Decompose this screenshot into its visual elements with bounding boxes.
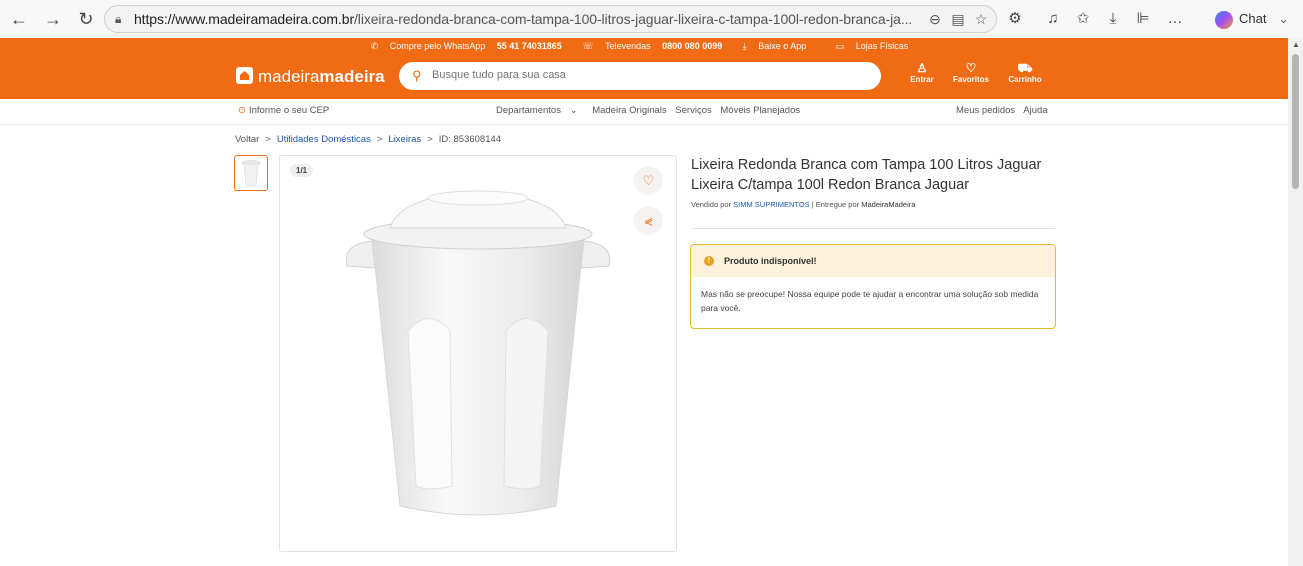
product-gallery: 1/1 ♡ ⋞	[279, 155, 677, 552]
nav-furniture[interactable]: Móveis Planejados	[720, 105, 800, 116]
cart-button[interactable]: ⛟ Carrinho	[1000, 61, 1050, 85]
breadcrumb-category[interactable]: Utilidades Domésticas	[277, 134, 371, 145]
product-id: ID: 853608144	[438, 134, 502, 145]
sub-navigation: ⊙ Informe o seu CEP Departamentos ⌄ Madei…	[0, 99, 1288, 125]
url-text: https://www.madeiramadeira.com.br/lixeir…	[134, 11, 913, 27]
house-logo-icon	[236, 67, 253, 84]
trash-can-thumbnail-image	[241, 160, 261, 187]
user-icon: ♙	[916, 61, 928, 75]
chevron-down-icon: ⌄	[1278, 11, 1289, 26]
chevron-down-icon: ⌄	[569, 105, 578, 116]
forward-arrow-icon[interactable]: →	[42, 8, 64, 30]
stores-link[interactable]: ▭ Lojas Físicas	[836, 41, 918, 51]
image-counter: 1/1	[290, 164, 314, 177]
product-title: Lixeira Redonda Branca com Tampa 100 Lit…	[691, 157, 1042, 193]
location-pin-icon: ⊙	[238, 105, 246, 116]
account-links: Meus pedidos Ajuda	[956, 99, 1054, 123]
login-button[interactable]: ♙ Entrar	[897, 61, 947, 85]
scrollbar-thumb[interactable]	[1292, 54, 1299, 189]
scroll-up-icon[interactable]: ▲	[1292, 40, 1300, 49]
unavailable-alert: ! Produto indisponível! Mas não se preoc…	[690, 244, 1056, 329]
nav-help[interactable]: Ajuda	[1023, 105, 1047, 116]
reader-icon[interactable]: ▤	[948, 6, 968, 32]
search-input[interactable]	[430, 68, 864, 82]
share-icon: ⋞	[643, 216, 654, 228]
warning-icon: !	[704, 256, 714, 266]
cart-icon: ⛟	[1017, 61, 1033, 75]
chevron-right-icon: >	[376, 134, 383, 145]
collections-icon[interactable]: ⊫	[1133, 9, 1153, 29]
share-button[interactable]: ⋞	[634, 206, 663, 235]
nav-departments[interactable]: Departamentos ⌄	[496, 105, 584, 116]
main-menu: Departamentos ⌄ Madeira Originals Serviç…	[496, 99, 806, 123]
heart-icon: ♡	[642, 173, 655, 188]
whatsapp-link[interactable]: ✆ Compre pelo WhatsApp 55 41 74031865	[371, 41, 562, 51]
televendas-link[interactable]: ☏ Televendas 0800 080 0099	[582, 41, 722, 51]
seller-info: Vendido por SIMM SUPRIMENTOS | Entregue …	[691, 200, 916, 209]
address-bar[interactable]: 🔒︎ https://www.madeiramadeira.com.br/lix…	[104, 5, 997, 33]
divider	[691, 228, 1055, 229]
nav-orders[interactable]: Meus pedidos	[956, 105, 1015, 116]
search-box[interactable]: ⚲	[399, 62, 881, 90]
trash-can-product-image	[345, 190, 611, 516]
download-icon[interactable]: ⤓	[1103, 9, 1123, 29]
favorite-button[interactable]: ♡	[634, 166, 663, 195]
cep-link[interactable]: ⊙ Informe o seu CEP	[238, 99, 329, 123]
music-icon[interactable]: ♫	[1043, 9, 1063, 29]
favorites-button[interactable]: ♡ Favoritos	[946, 61, 996, 85]
scrollbar[interactable]: ▲	[1288, 38, 1303, 566]
breadcrumb-back[interactable]: Voltar	[235, 134, 259, 145]
app-link[interactable]: ⤓ Baixe o App	[743, 41, 816, 51]
browser-toolbar: ← → ↻ 🔒︎ https://www.madeiramadeira.com.…	[0, 0, 1303, 39]
alert-message: Mas não se preocupe! Nossa equipe pode t…	[701, 289, 1039, 313]
chevron-right-icon: >	[427, 134, 433, 145]
back-arrow-icon[interactable]: ←	[8, 8, 30, 30]
site-logo[interactable]: madeiramadeira	[236, 67, 385, 87]
copilot-icon	[1215, 10, 1233, 29]
reload-icon[interactable]: ↻	[75, 8, 97, 30]
chevron-right-icon: >	[265, 134, 271, 145]
heart-icon: ♡	[965, 61, 977, 75]
lock-icon: 🔒︎	[115, 12, 122, 26]
zoom-icon[interactable]: ⊖	[925, 6, 945, 32]
search-icon: ⚲	[412, 68, 422, 83]
more-icon[interactable]: …	[1165, 9, 1185, 29]
site-header: madeiramadeira ⚲ ♙Entrar ♡Favoritos ⛟Car…	[0, 55, 1288, 99]
product-thumbnail[interactable]	[234, 155, 268, 191]
extensions-icon[interactable]: ⚙	[1005, 9, 1025, 29]
nav-originals[interactable]: Madeira Originals	[592, 105, 666, 116]
breadcrumb-subcategory[interactable]: Lixeiras	[388, 134, 421, 145]
breadcrumb: Voltar > Utilidades Domésticas > Lixeiras > ID…	[235, 134, 501, 145]
nav-services[interactable]: Serviços	[675, 105, 711, 116]
chat-button[interactable]: Chat ⌄	[1215, 7, 1289, 31]
top-info-strip: ✆ Compre pelo WhatsApp 55 41 74031865 ☏ …	[0, 38, 1288, 55]
seller-link[interactable]: SIMM SUPRIMENTOS	[733, 200, 810, 209]
favorites-bar-icon[interactable]: ✩	[1073, 9, 1093, 29]
star-icon[interactable]: ☆	[971, 6, 991, 32]
alert-header: ! Produto indisponível!	[691, 245, 1055, 277]
